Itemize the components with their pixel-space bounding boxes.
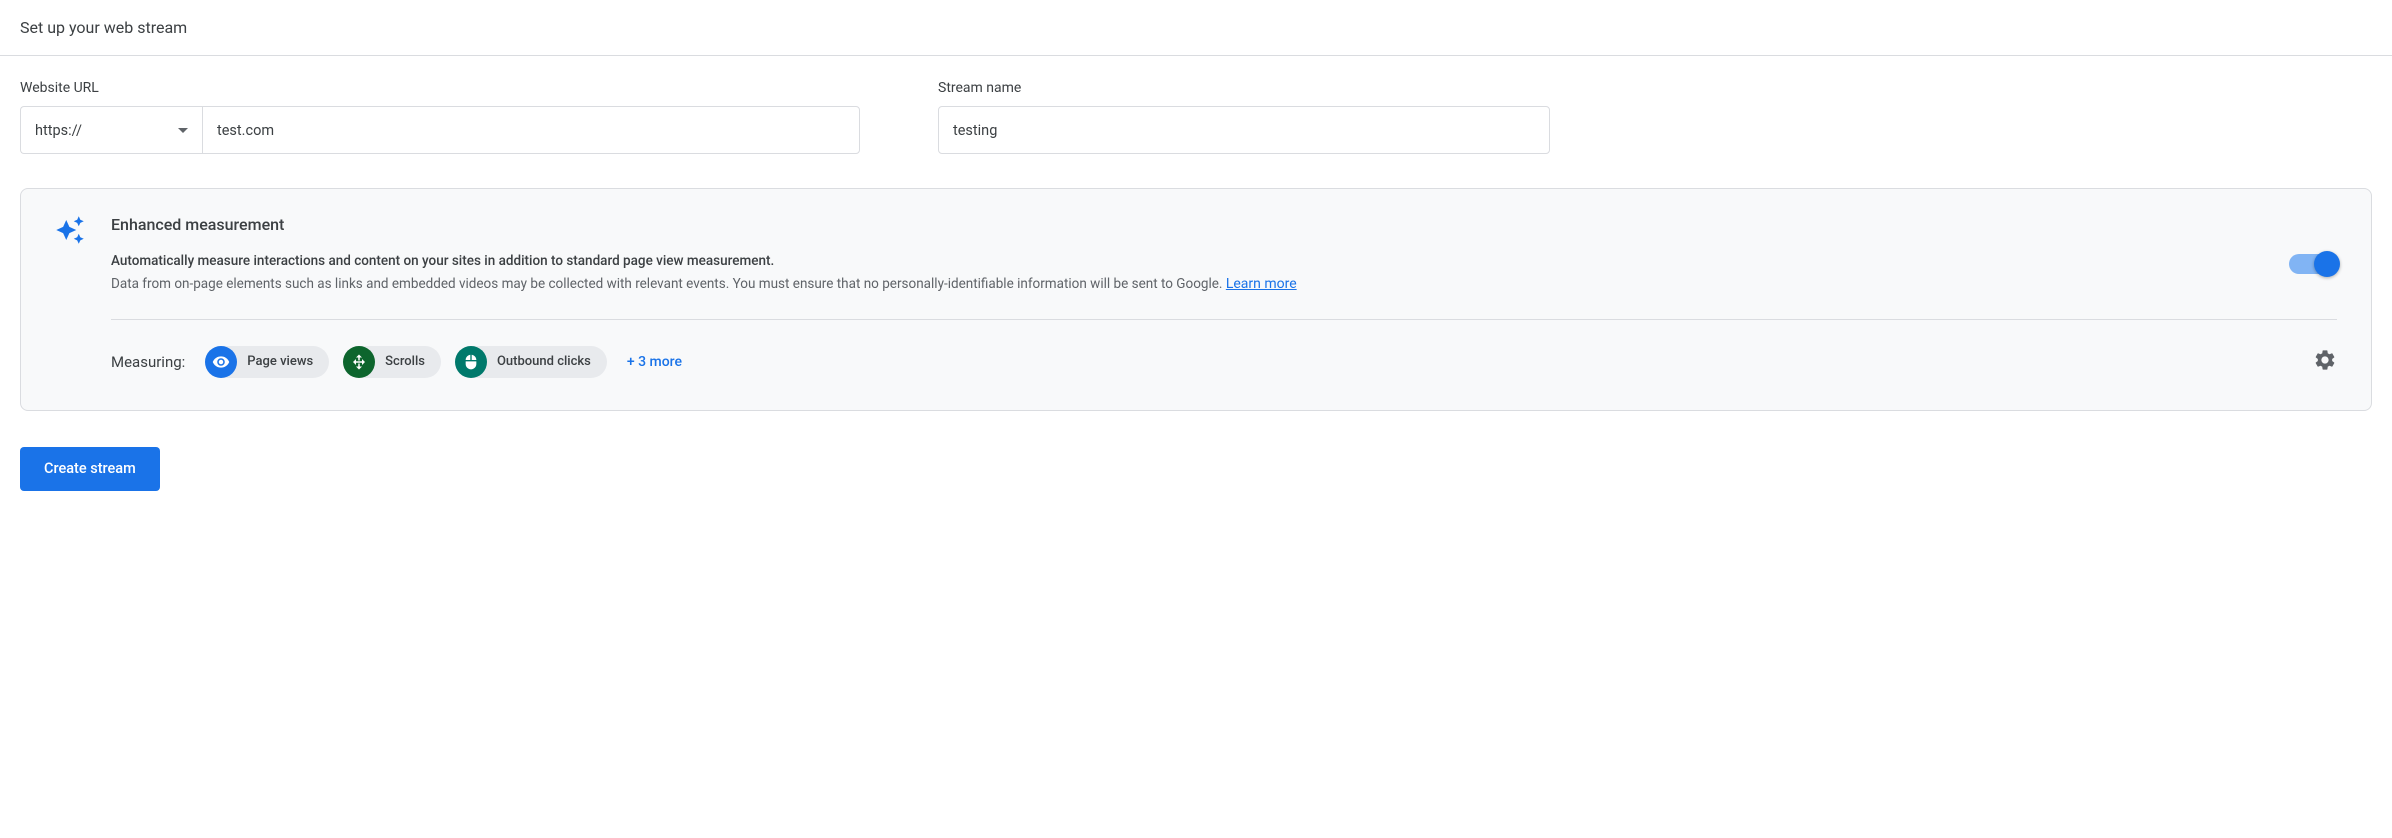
card-desc-rest: Data from on-page elements such as links…	[111, 276, 1226, 292]
card-desc-bold: Automatically measure interactions and c…	[111, 253, 774, 269]
chip-page-views-label: Page views	[247, 354, 313, 369]
stream-name-label: Stream name	[938, 80, 2372, 96]
more-link[interactable]: + 3 more	[627, 354, 682, 370]
toggle-knob	[2314, 251, 2340, 277]
website-url-label: Website URL	[20, 80, 860, 96]
protocol-select[interactable]: https://	[20, 106, 202, 154]
enhanced-measurement-toggle[interactable]	[2289, 254, 2337, 274]
eye-icon	[205, 346, 237, 378]
create-stream-button[interactable]: Create stream	[20, 447, 160, 491]
chip-page-views: Page views	[205, 346, 329, 378]
chip-scrolls: Scrolls	[343, 346, 441, 378]
settings-gear-button[interactable]	[2313, 348, 2337, 376]
divider	[111, 319, 2337, 320]
card-title: Enhanced measurement	[111, 215, 2337, 234]
website-url-input[interactable]	[202, 106, 860, 154]
scroll-icon	[343, 346, 375, 378]
gear-icon	[2313, 348, 2337, 372]
chip-scrolls-label: Scrolls	[385, 354, 425, 369]
chevron-down-icon	[178, 128, 188, 133]
page-title: Set up your web stream	[20, 18, 187, 37]
chip-outbound-clicks: Outbound clicks	[455, 346, 607, 378]
chip-outbound-label: Outbound clicks	[497, 354, 591, 369]
card-description: Automatically measure interactions and c…	[111, 250, 2249, 297]
stream-name-group: Stream name	[938, 80, 2372, 154]
learn-more-link[interactable]: Learn more	[1226, 276, 1297, 292]
protocol-value: https://	[35, 122, 82, 139]
measuring-label: Measuring:	[111, 353, 185, 371]
enhanced-measurement-card: Enhanced measurement Automatically measu…	[20, 188, 2372, 411]
mouse-icon	[455, 346, 487, 378]
stream-name-input[interactable]	[938, 106, 1550, 154]
website-url-group: Website URL https://	[20, 80, 860, 154]
sparkle-icon	[55, 230, 85, 249]
